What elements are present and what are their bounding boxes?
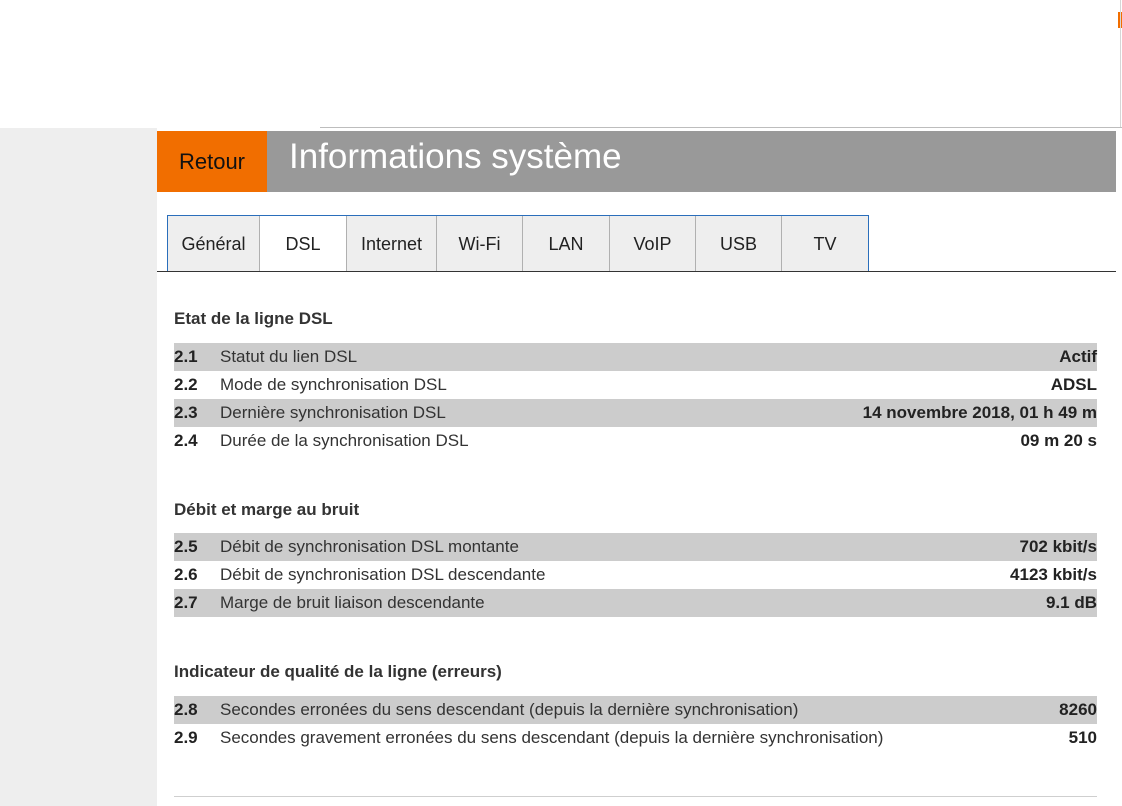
row-number: 2.6	[174, 565, 198, 584]
row-number: 2.5	[174, 537, 198, 556]
info-row: 2.1 Statut du lien DSL Actif	[174, 343, 1097, 371]
info-row: 2.2 Mode de synchronisation DSL ADSL	[174, 371, 1097, 399]
page-title: Informations système	[289, 137, 622, 176]
back-button[interactable]: Retour	[157, 131, 267, 192]
row-label: Durée de la synchronisation DSL	[220, 431, 469, 450]
tab-dsl[interactable]: DSL	[260, 216, 347, 272]
info-row: 2.9 Secondes gravement erronées du sens …	[174, 724, 1097, 752]
row-value: 702 kbit/s	[1019, 537, 1098, 556]
tabs-underline	[157, 271, 1116, 272]
content-bottom-divider	[174, 796, 1097, 797]
info-row: 2.5 Débit de synchronisation DSL montant…	[174, 533, 1097, 561]
tab-usb[interactable]: USB	[696, 216, 782, 272]
row-label: Marge de bruit liaison descendante	[220, 593, 485, 612]
tab-bar: Général DSL Internet Wi-Fi LAN VoIP USB …	[167, 216, 869, 272]
row-number: 2.3	[174, 403, 198, 422]
banner-bottom-border	[320, 127, 1122, 128]
info-row: 2.3 Dernière synchronisation DSL 14 nove…	[174, 399, 1097, 427]
row-value: 510	[1068, 728, 1097, 747]
row-number: 2.8	[174, 700, 198, 719]
row-label: Secondes erronées du sens descendant (de…	[220, 700, 799, 719]
row-value: Actif	[1059, 347, 1097, 366]
info-row: 2.4 Durée de la synchronisation DSL 09 m…	[174, 427, 1097, 455]
tab-wifi[interactable]: Wi-Fi	[437, 216, 523, 272]
tab-lan[interactable]: LAN	[523, 216, 610, 272]
left-sidebar	[0, 128, 157, 806]
section-title-line-quality: Indicateur de qualité de la ligne (erreu…	[174, 662, 502, 681]
section-title-rate-noise: Débit et marge au bruit	[174, 500, 360, 519]
top-banner	[0, 0, 1122, 128]
row-value: 9.1 dB	[1045, 593, 1097, 612]
info-row: 2.7 Marge de bruit liaison descendante 9…	[174, 589, 1097, 617]
tab-tv[interactable]: TV	[782, 216, 869, 272]
tab-voip[interactable]: VoIP	[610, 216, 696, 272]
row-number: 2.2	[174, 375, 198, 394]
row-label: Statut du lien DSL	[220, 347, 358, 366]
banner-divider	[1120, 0, 1121, 128]
row-number: 2.9	[174, 728, 198, 747]
right-margin	[1116, 128, 1122, 806]
page-header: Retour Informations système	[157, 131, 1116, 192]
tab-internet[interactable]: Internet	[347, 216, 437, 272]
row-value: ADSL	[1050, 375, 1097, 394]
info-row: 2.6 Débit de synchronisation DSL descend…	[174, 561, 1097, 589]
row-value: 8260	[1059, 700, 1097, 719]
row-number: 2.4	[174, 431, 198, 450]
row-number: 2.1	[174, 347, 198, 366]
row-label: Secondes gravement erronées du sens desc…	[220, 728, 884, 747]
info-row: 2.8 Secondes erronées du sens descendant…	[174, 696, 1097, 724]
row-label: Mode de synchronisation DSL	[220, 375, 447, 394]
row-label: Débit de synchronisation DSL montante	[220, 537, 519, 556]
row-value: 14 novembre 2018, 01 h 49 m	[862, 403, 1097, 422]
section-title-line-state: Etat de la ligne DSL	[174, 309, 333, 328]
row-number: 2.7	[174, 593, 198, 612]
row-label: Débit de synchronisation DSL descendante	[220, 565, 546, 584]
row-value: 4123 kbit/s	[1010, 565, 1097, 584]
tab-general[interactable]: Général	[167, 216, 260, 272]
row-value: 09 m 20 s	[1020, 431, 1097, 450]
row-label: Dernière synchronisation DSL	[220, 403, 446, 422]
